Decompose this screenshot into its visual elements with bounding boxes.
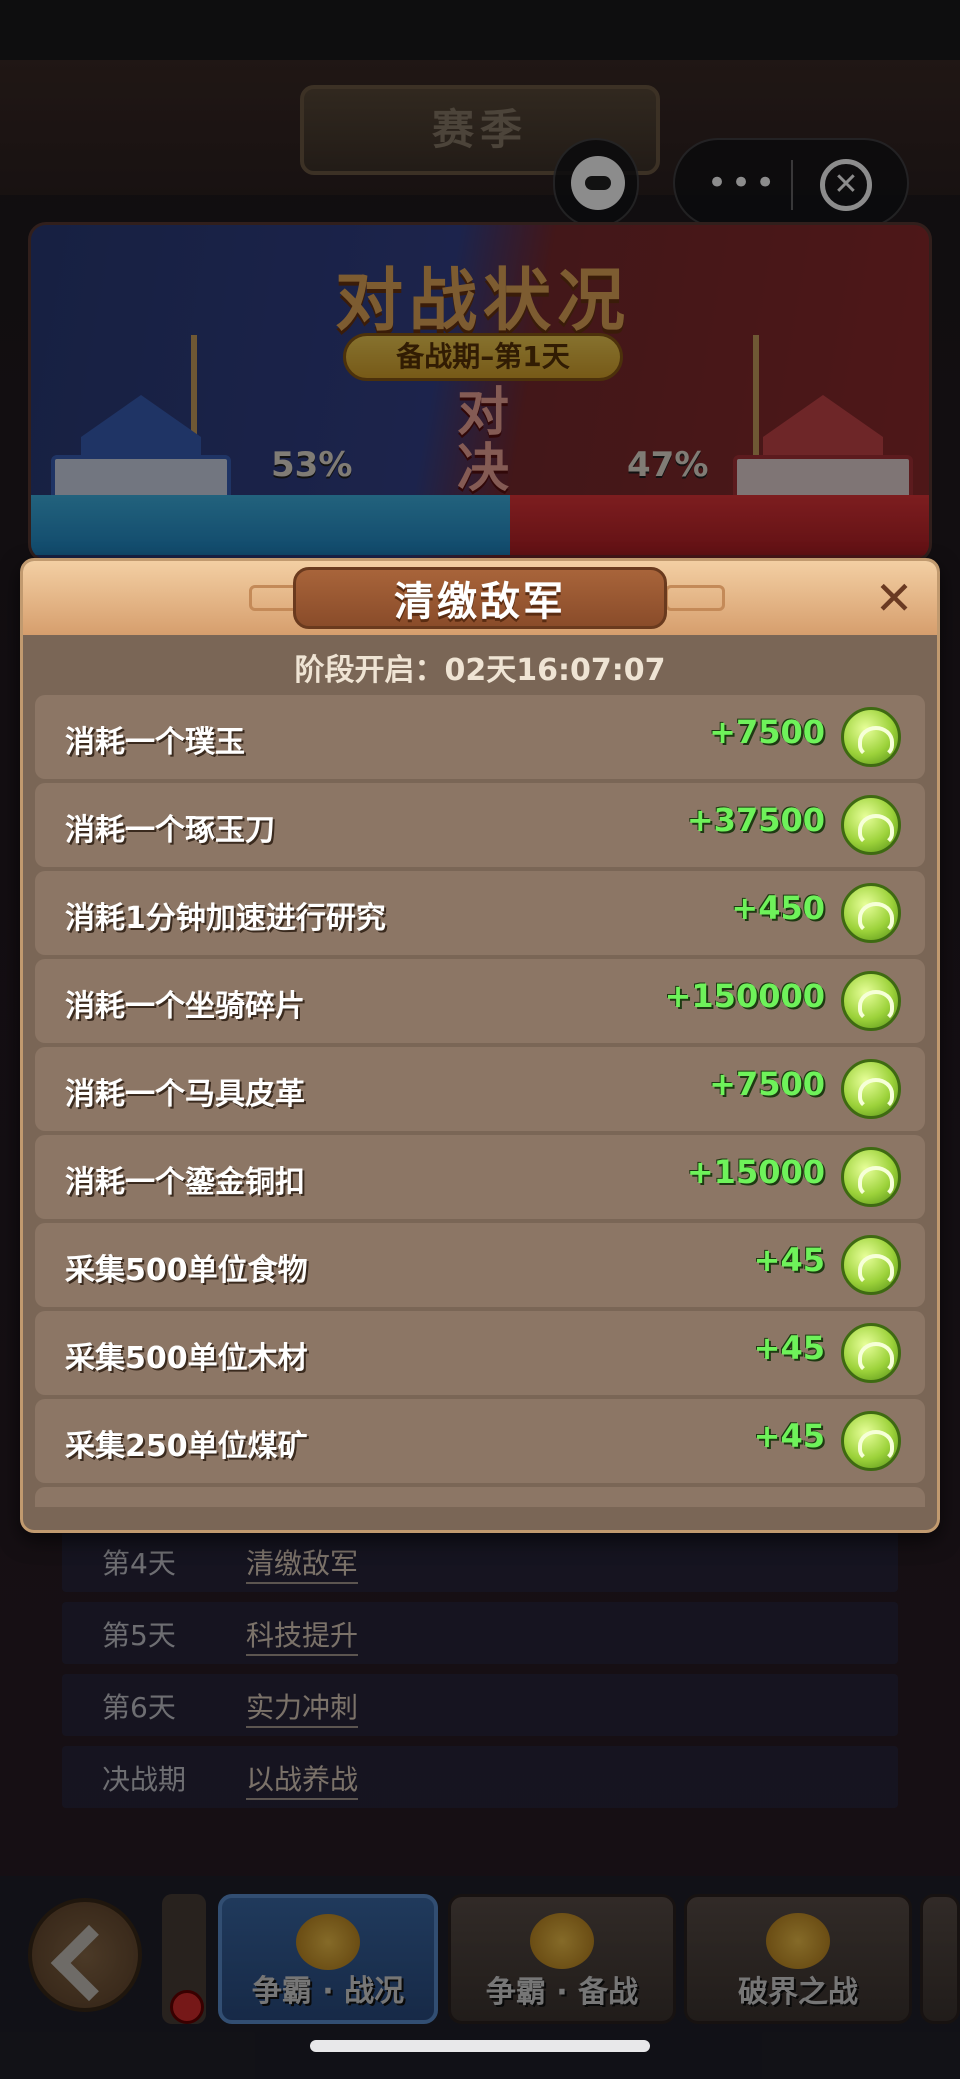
home-indicator[interactable] [310,2040,650,2052]
points-value: +45 [753,1329,825,1367]
task-label: 消耗1分钟加速进行研究 [65,901,386,936]
jade-coin-icon [841,1411,901,1471]
points-value: +450 [731,889,825,927]
list-item: 消耗一个琢玉刀 +37500 [35,783,925,867]
points-value: +7500 [709,713,825,751]
jade-coin-icon [841,795,901,855]
points-value: +7500 [709,1065,825,1103]
task-label: 消耗一个坐骑碎片 [65,989,305,1024]
task-label: 消耗一个鎏金铜扣 [65,1165,305,1200]
modal-header: 清缴敌军 ✕ [23,561,937,635]
list-item: 消耗一个马具皮革 +7500 [35,1047,925,1131]
task-label: 采集500单位木材 [65,1341,308,1376]
list-item: 消耗一个鎏金铜扣 +15000 [35,1135,925,1219]
jade-coin-icon [841,971,901,1031]
points-value: +45 [753,1241,825,1279]
list-item: 消耗1分钟加速进行研究 +450 [35,871,925,955]
reward-list[interactable]: 消耗一个璞玉 +7500 消耗一个琢玉刀 +37500 消耗1分钟加速进行研究 … [35,695,925,1507]
modal-title: 清缴敌军 [394,579,566,625]
jade-coin-icon [841,883,901,943]
points-value: +45 [753,1417,825,1455]
jade-coin-icon [841,1235,901,1295]
list-item-partial [35,1487,925,1507]
jade-coin-icon [841,707,901,767]
task-label: 消耗一个马具皮革 [65,1077,305,1112]
reward-modal: 清缴敌军 ✕ 阶段开启：02天16:07:07 消耗一个璞玉 +7500 消耗一… [20,558,940,1533]
jade-coin-icon [841,1059,901,1119]
list-item: 采集500单位木材 +45 [35,1311,925,1395]
list-item: 消耗一个坐骑碎片 +150000 [35,959,925,1043]
jade-coin-icon [841,1147,901,1207]
task-label: 消耗一个璞玉 [65,725,245,760]
list-item: 消耗一个璞玉 +7500 [35,695,925,779]
jade-coin-icon [841,1323,901,1383]
task-label: 采集250单位煤矿 [65,1429,308,1464]
list-item: 采集500单位食物 +45 [35,1223,925,1307]
task-label: 消耗一个琢玉刀 [65,813,275,848]
game-screen: 赛季 ••• ✕ 对战状况 备战期–第1天 对决 53% 47% 第4天 清缴敌… [0,0,960,2079]
points-value: +15000 [686,1153,825,1191]
task-label: 采集500单位食物 [65,1253,308,1288]
points-value: +150000 [664,977,825,1015]
list-item: 采集250单位煤矿 +45 [35,1399,925,1483]
points-value: +37500 [686,801,825,839]
phase-countdown: 阶段开启：02天16:07:07 [294,653,666,688]
close-icon[interactable]: ✕ [869,573,919,623]
